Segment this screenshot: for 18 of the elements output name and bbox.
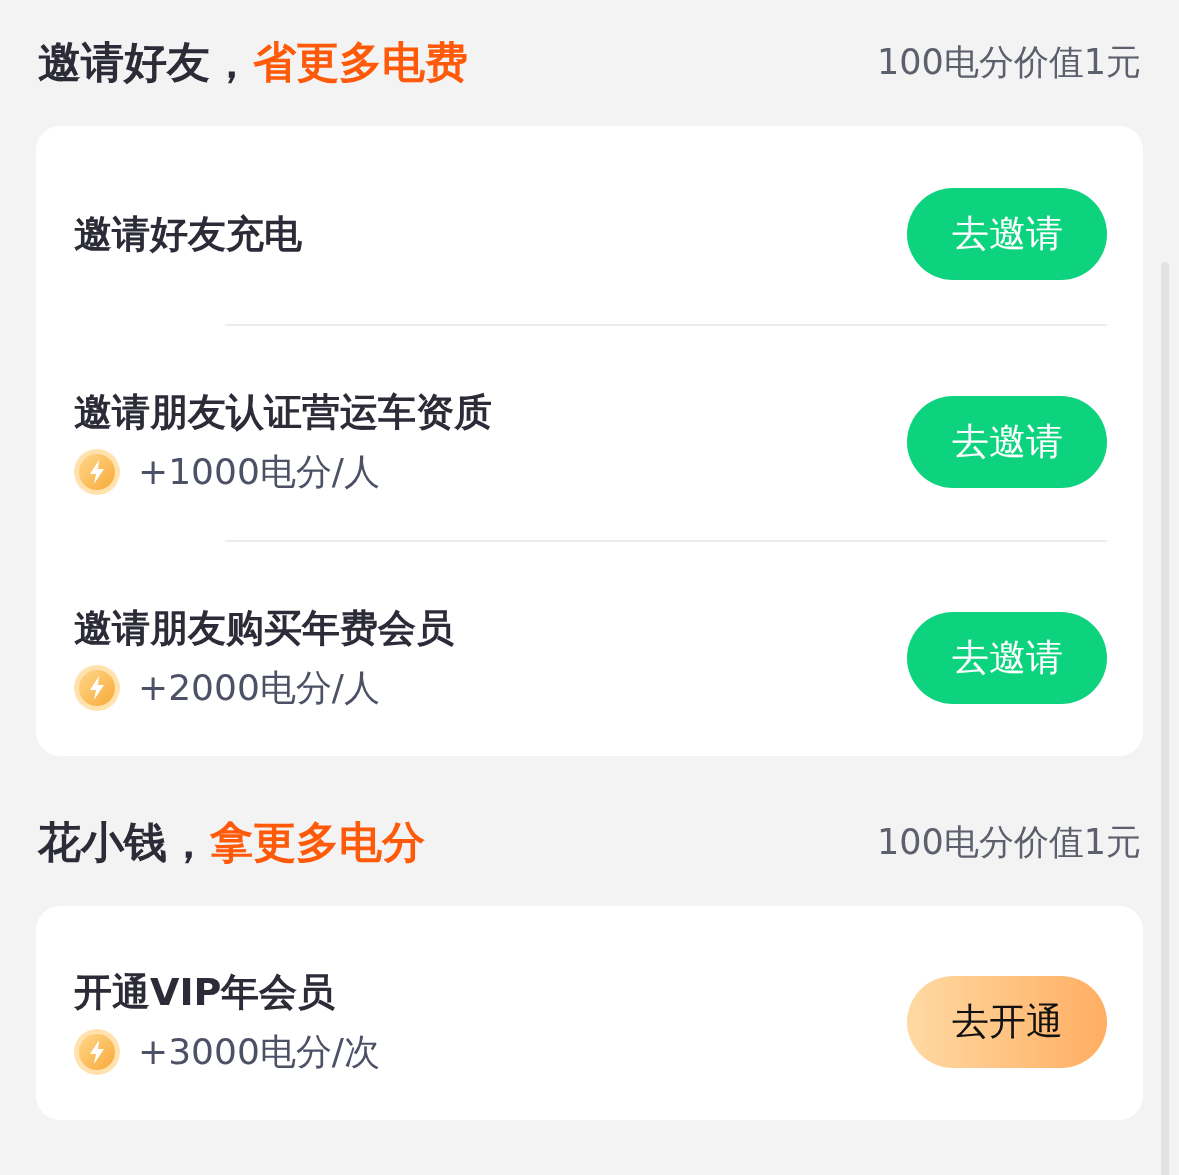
action-button[interactable]: 去开通 [907,976,1107,1068]
task-title: 开通VIP年会员 [74,969,337,1016]
task-title: 邀请朋友认证营运车资质 [74,389,492,436]
coin-bolt-icon [74,665,120,711]
coin-bolt-icon [74,1029,120,1075]
action-button[interactable]: 去邀请 [907,396,1107,488]
action-button[interactable]: 去邀请 [907,188,1107,280]
reward-points: +1000电分/人 [138,450,380,494]
reward-points: +3000电分/次 [138,1030,380,1074]
value-note: 100电分价值1元 [876,40,1141,84]
value-note: 100电分价值1元 [876,820,1141,864]
section-title: 花小钱，拿更多电分 [38,816,425,869]
task-title: 邀请好友充电 [74,211,302,258]
task-title: 邀请朋友购买年费会员 [74,605,454,652]
action-button[interactable]: 去邀请 [907,612,1107,704]
coin-bolt-icon [74,449,120,495]
reward-points: +2000电分/人 [138,666,380,710]
section-title: 邀请好友，省更多电费 [38,36,468,89]
